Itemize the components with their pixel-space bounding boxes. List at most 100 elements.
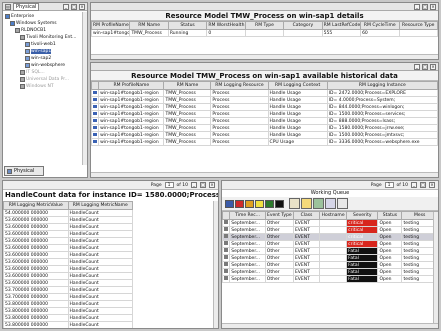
row-link-icon[interactable] — [91, 110, 100, 118]
table-row[interactable]: 53.800000 000000 HandleCount — [3, 307, 133, 315]
column-header[interactable]: RM Logging Resource — [210, 81, 269, 90]
column-header[interactable]: RM WorstHealth — [206, 21, 246, 30]
minimize-icon[interactable]: _ — [411, 182, 417, 188]
table-row[interactable]: win-sap1#tongob1-region TMW_Process Proces… — [91, 138, 438, 146]
maximize-icon[interactable]: □ — [422, 3, 428, 10]
view-icon[interactable]: ▤ — [5, 3, 11, 10]
column-header[interactable]: RM Logging MetricName — [67, 201, 133, 210]
close-event-icon[interactable] — [313, 198, 324, 209]
maximize-icon[interactable]: □ — [200, 182, 206, 188]
maximize-icon[interactable]: □ — [422, 63, 428, 70]
working-horizontal-scrollbar[interactable] — [222, 323, 438, 328]
row-link-icon[interactable] — [91, 138, 100, 146]
severity-filter-button[interactable] — [235, 199, 244, 208]
row-link-icon[interactable] — [91, 103, 100, 111]
console-icon[interactable] — [325, 198, 336, 209]
severity-filter-button[interactable] — [265, 199, 274, 208]
column-header[interactable]: RM Name — [163, 81, 212, 90]
table-row[interactable]: 53.600000 000000 HandleCount — [3, 223, 133, 231]
tree-item[interactable]: Windows Systems — [5, 20, 85, 27]
tree-vertical-scrollbar[interactable] — [82, 12, 87, 165]
table-row[interactable]: 53.600000 000000 HandleCount — [3, 265, 133, 273]
table-row[interactable]: win-sap1#tongob1-region TMW_Process Proces… — [91, 89, 438, 97]
column-header[interactable]: RM Logging Context — [267, 81, 328, 90]
event-row[interactable]: September... Other EVENT critical Open testin… — [222, 240, 438, 248]
table-row[interactable]: 53.600000 000000 HandleCount — [3, 272, 133, 280]
tree-item[interactable]: Tivoli Monitoring Ent... — [5, 34, 85, 41]
table-row[interactable]: win-sap1#tongob1-regionTMW_ProcessRunnin… — [91, 29, 438, 37]
table-row[interactable]: 53.700000 000000 HandleCount — [3, 293, 133, 301]
minimize-icon[interactable]: _ — [63, 3, 69, 10]
minimize-icon[interactable]: _ — [414, 63, 420, 70]
table-row[interactable]: win-sap1#tongob1-region TMW_Process Proces… — [91, 103, 438, 111]
acknowledge-icon[interactable] — [301, 198, 312, 209]
table-row[interactable]: 53.800000 000000 HandleCount — [3, 300, 133, 308]
tree-item[interactable]: Enterprise — [5, 13, 85, 20]
column-header[interactable]: Status — [167, 21, 208, 30]
column-header[interactable]: Severity — [346, 211, 379, 220]
column-header[interactable]: Event Type — [264, 211, 294, 220]
event-row[interactable]: September... Other EVENT Fatal Open testing — [222, 247, 438, 255]
working-vertical-scrollbar[interactable] — [433, 212, 438, 323]
column-header[interactable] — [91, 81, 100, 90]
page-number-input[interactable]: 1 — [164, 182, 174, 188]
tree-item[interactable]: tivoli-web1 — [5, 41, 85, 48]
column-header[interactable]: RM Type — [244, 21, 285, 30]
table-row[interactable]: win-sap1#tongob1-region TMW_Process Proces… — [91, 117, 438, 125]
table-row[interactable]: win-sap1#tongob1-region TMW_Process Proces… — [91, 96, 438, 104]
close-icon[interactable]: × — [79, 3, 85, 10]
table-row[interactable]: win-sap1#tongob1-region TMW_Process Proces… — [91, 124, 438, 132]
page-number-input[interactable]: 1 — [384, 182, 394, 188]
column-header[interactable]: RM ProfileName — [91, 21, 131, 30]
table-view-icon[interactable] — [337, 198, 348, 209]
table-row[interactable]: 53.600000 000000 HandleCount — [3, 244, 133, 252]
maximize-icon[interactable]: □ — [420, 182, 426, 188]
row-link-icon[interactable] — [91, 124, 100, 132]
table-row[interactable]: 53.700000 000000 HandleCount — [3, 286, 133, 294]
table-row[interactable]: 53.600000 000000 HandleCount — [3, 216, 133, 224]
table-row[interactable]: win-sap1#tongob1-region TMW_Process Proces… — [91, 131, 438, 139]
row-link-icon[interactable] — [91, 131, 100, 139]
column-header[interactable]: Class — [292, 211, 321, 220]
tree-item[interactable]: win-sap2 — [5, 55, 85, 62]
maximize-icon[interactable]: □ — [71, 3, 77, 10]
column-header[interactable]: RM Logging Instance — [326, 81, 438, 90]
table-row[interactable]: win-sap1#tongob1-region TMW_Process Proces… — [91, 110, 438, 118]
table-row[interactable]: 54.000000 000000 HandleCount — [3, 209, 133, 217]
navigator-view-select[interactable]: Physical — [13, 3, 40, 11]
column-header[interactable]: RM LastRefCode — [321, 21, 362, 30]
table-row[interactable]: 53.600000 000000 HandleCount — [3, 251, 133, 259]
column-header[interactable]: Category — [283, 21, 323, 30]
event-row[interactable]: September... Other EVENT critical Open testin… — [222, 219, 438, 227]
event-filter-icon[interactable] — [289, 198, 300, 209]
close-icon[interactable]: × — [429, 182, 435, 188]
event-row[interactable]: September... Other EVENT Fatal Open testing — [222, 275, 438, 283]
column-header[interactable]: Resource Type — [398, 21, 438, 30]
minimize-icon[interactable]: _ — [414, 3, 420, 10]
event-row[interactable]: September... Other EVENT critical Open testin… — [222, 226, 438, 234]
column-header[interactable] — [222, 211, 231, 220]
details-horizontal-scrollbar[interactable] — [91, 54, 438, 59]
close-icon[interactable]: × — [430, 63, 436, 70]
column-header[interactable]: RM CycleTime — [360, 21, 400, 30]
column-header[interactable]: Status — [377, 211, 403, 220]
row-link-icon[interactable] — [91, 96, 100, 104]
severity-filter-button[interactable] — [225, 199, 234, 208]
severity-filter-button[interactable] — [255, 199, 264, 208]
tree-item[interactable]: win-sap1 — [5, 48, 85, 55]
event-row[interactable]: September... Other EVENT Fatal Open testing — [222, 268, 438, 276]
historical-horizontal-scrollbar[interactable] — [91, 172, 438, 177]
close-icon[interactable]: × — [430, 3, 436, 10]
column-header[interactable]: RM Name — [129, 21, 169, 30]
column-header[interactable]: Time Rec... — [229, 211, 266, 220]
event-row[interactable]: September... Other EVENT critical Open testin… — [222, 233, 438, 241]
tree-item[interactable]: IT SQL... — [5, 69, 85, 76]
close-icon[interactable]: × — [209, 182, 215, 188]
minimize-icon[interactable]: _ — [191, 182, 197, 188]
row-link-icon[interactable] — [91, 117, 100, 125]
physical-tab[interactable]: Physical — [4, 166, 44, 176]
event-row[interactable]: September... Other EVENT Fatal Open testing — [222, 254, 438, 262]
column-header[interactable]: RM ProfileName — [98, 81, 165, 90]
row-link-icon[interactable] — [91, 89, 100, 97]
column-header[interactable]: Hostname — [319, 211, 348, 220]
